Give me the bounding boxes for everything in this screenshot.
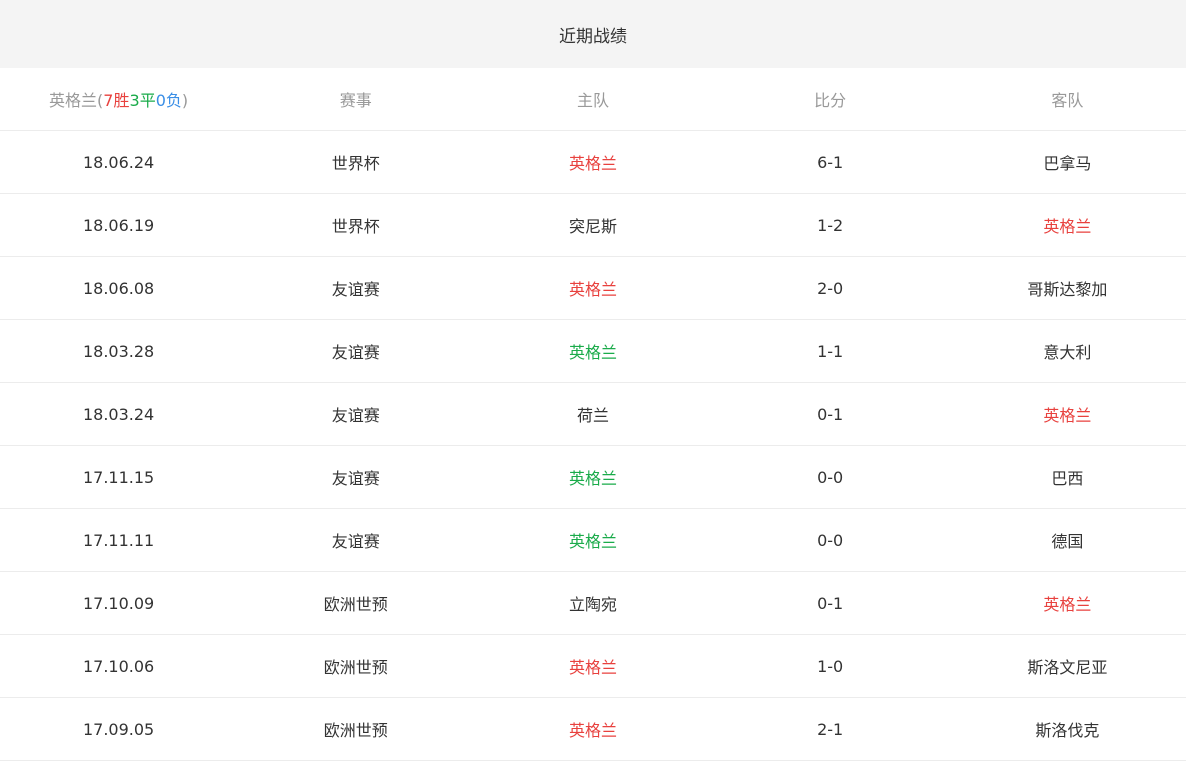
- match-score: 6-1: [817, 152, 844, 172]
- column-header-home: 主队: [576, 91, 609, 110]
- record-wins-label: 胜: [113, 91, 130, 110]
- match-score: 1-2: [817, 215, 844, 235]
- record-losses: 0: [155, 91, 166, 110]
- away-team: 巴拿马: [1043, 154, 1092, 173]
- away-team: 斯洛文尼亚: [1027, 658, 1108, 677]
- home-team: 英格兰: [568, 469, 617, 488]
- section-title: 近期战绩: [559, 26, 627, 47]
- table-row: 17.10.09 欧洲世预 立陶宛 0-1 英格兰: [0, 572, 1186, 635]
- match-score: 0-0: [817, 467, 844, 487]
- column-header-event: 赛事: [339, 91, 372, 110]
- away-team: 巴西: [1051, 469, 1084, 488]
- match-event: 欧洲世预: [323, 658, 388, 677]
- table-row: 17.11.15 友谊赛 英格兰 0-0 巴西: [0, 446, 1186, 509]
- table-row: 17.11.11 友谊赛 英格兰 0-0 德国: [0, 509, 1186, 572]
- away-team: 意大利: [1043, 343, 1092, 362]
- away-team: 英格兰: [1043, 217, 1092, 236]
- match-score: 2-1: [817, 719, 844, 739]
- away-team: 德国: [1051, 532, 1084, 551]
- match-event: 友谊赛: [331, 532, 380, 551]
- match-score: 0-1: [817, 404, 844, 424]
- match-table-body: 18.06.24 世界杯 英格兰 6-1 巴拿马 18.06.19 世界杯 突尼斯 1-2 英格兰…: [0, 131, 1186, 761]
- away-team: 英格兰: [1043, 595, 1092, 614]
- table-row: 17.09.05 欧洲世预 英格兰 2-1 斯洛伐克: [0, 698, 1186, 761]
- table-row: 18.03.28 友谊赛 英格兰 1-1 意大利: [0, 320, 1186, 383]
- record-close-paren: ): [181, 91, 189, 110]
- home-team: 英格兰: [568, 532, 617, 551]
- match-date: 17.11.15: [82, 467, 155, 487]
- table-header-row: 英格兰(7胜3平0负) 赛事 主队 比分 客队: [0, 68, 1186, 131]
- away-team: 英格兰: [1043, 406, 1092, 425]
- match-event: 世界杯: [331, 217, 380, 236]
- header-team-record: 英格兰(7胜3平0负): [0, 87, 237, 111]
- match-date: 18.06.19: [82, 215, 155, 235]
- match-event: 世界杯: [331, 154, 380, 173]
- match-date: 18.06.24: [82, 152, 155, 172]
- match-score: 0-1: [817, 593, 844, 613]
- match-event: 友谊赛: [331, 406, 380, 425]
- record-losses-label: 负: [165, 91, 182, 110]
- table-row: 18.06.24 世界杯 英格兰 6-1 巴拿马: [0, 131, 1186, 194]
- home-team: 英格兰: [568, 658, 617, 677]
- match-event: 友谊赛: [331, 343, 380, 362]
- home-team: 突尼斯: [568, 217, 617, 236]
- match-event: 友谊赛: [331, 280, 380, 299]
- home-team: 英格兰: [568, 721, 617, 740]
- match-date: 18.03.24: [82, 404, 155, 424]
- match-event: 友谊赛: [331, 469, 380, 488]
- match-date: 17.11.11: [82, 530, 155, 550]
- match-event: 欧洲世预: [323, 595, 388, 614]
- match-date: 17.10.06: [82, 656, 155, 676]
- table-row: 18.03.24 友谊赛 荷兰 0-1 英格兰: [0, 383, 1186, 446]
- column-header-away: 客队: [1051, 91, 1084, 110]
- table-row: 17.10.06 欧洲世预 英格兰 1-0 斯洛文尼亚: [0, 635, 1186, 698]
- record-draws-label: 平: [139, 91, 156, 110]
- match-score: 0-0: [817, 530, 844, 550]
- header-team-name: 英格兰: [49, 91, 98, 110]
- match-event: 欧洲世预: [323, 721, 388, 740]
- match-date: 18.03.28: [82, 341, 155, 361]
- section-title-bar: 近期战绩: [0, 0, 1186, 68]
- home-team: 英格兰: [568, 280, 617, 299]
- column-header-score: 比分: [814, 91, 847, 110]
- home-team: 立陶宛: [568, 595, 617, 614]
- match-date: 18.06.08: [82, 278, 155, 298]
- home-team: 英格兰: [568, 154, 617, 173]
- away-team: 哥斯达黎加: [1027, 280, 1108, 299]
- home-team: 英格兰: [568, 343, 617, 362]
- match-date: 17.10.09: [82, 593, 155, 613]
- match-date: 17.09.05: [82, 719, 155, 739]
- home-team: 荷兰: [576, 406, 609, 425]
- away-team: 斯洛伐克: [1035, 721, 1100, 740]
- table-row: 18.06.19 世界杯 突尼斯 1-2 英格兰: [0, 194, 1186, 257]
- match-score: 2-0: [817, 278, 844, 298]
- match-score: 1-0: [817, 656, 844, 676]
- record-wins: 7: [103, 91, 114, 110]
- record-draws: 3: [129, 91, 140, 110]
- table-row: 18.06.08 友谊赛 英格兰 2-0 哥斯达黎加: [0, 257, 1186, 320]
- match-score: 1-1: [817, 341, 844, 361]
